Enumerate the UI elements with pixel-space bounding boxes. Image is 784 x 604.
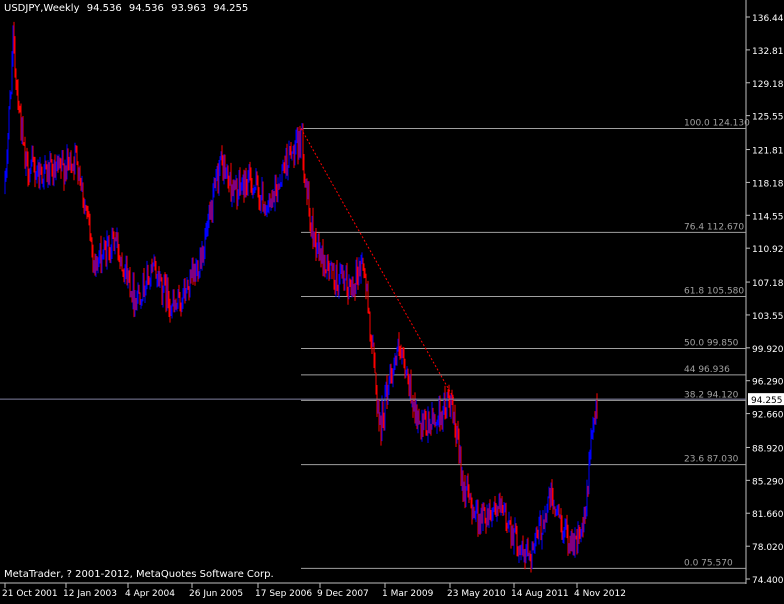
x-tick-label: 23 May 2010: [447, 589, 506, 599]
y-tick-label: 118.180: [752, 179, 784, 189]
x-tick-label: 4 Nov 2012: [574, 589, 626, 599]
y-tick-label: 85.290: [752, 477, 784, 487]
x-tick-label: 14 Aug 2011: [511, 589, 569, 599]
fib-level-label: 0.0 75.570: [684, 558, 733, 568]
y-tick-label: 92.660: [752, 411, 784, 421]
x-tick-label: 1 Mar 2009: [382, 589, 434, 599]
y-tick-label: 110.920: [752, 245, 784, 255]
y-tick-label: 96.290: [752, 378, 784, 388]
copyright-label: MetaTrader, ? 2001-2012, MetaQuotes Soft…: [4, 569, 274, 580]
y-tick-label: 99.920: [752, 345, 784, 355]
fib-level-label: 100.0 124.130: [684, 119, 750, 129]
y-tick-label: 129.180: [752, 80, 784, 90]
fib-level-label: 44 96.936: [684, 365, 730, 375]
open-price: 94.536: [86, 3, 122, 14]
y-tick-label: 132.810: [752, 47, 784, 57]
close-price: 94.255: [213, 3, 249, 14]
high-price: 94.536: [128, 3, 164, 14]
x-tick-label: 12 Jan 2003: [63, 589, 117, 599]
x-tick-label: 21 Oct 2001: [2, 589, 58, 599]
y-tick-label: 78.020: [752, 543, 784, 553]
y-tick-label: 103.550: [752, 312, 784, 322]
current-price-label: 94.255: [751, 396, 783, 406]
chart-header: USDJPY,Weekly 94.536 94.536 93.963 94.25…: [4, 3, 252, 14]
fib-level-label: 61.8 105.580: [684, 287, 744, 297]
y-tick-label: 114.550: [752, 212, 784, 222]
y-tick-label: 136.440: [752, 14, 784, 24]
fib-level-label: 50.0 99.850: [684, 338, 739, 348]
fib-level-label: 23.6 87.030: [684, 455, 739, 465]
y-tick-label: 107.180: [752, 279, 784, 289]
symbol-label: USDJPY,Weekly: [4, 3, 80, 14]
y-tick-label: 121.810: [752, 147, 784, 157]
chart-area[interactable]: 136.440 132.810 129.180 125.550 121.810 118.1…: [0, 0, 784, 600]
fib-level-label: 76.4 112.670: [684, 222, 744, 232]
y-tick-label: 88.920: [752, 444, 784, 454]
x-tick-label: 9 Dec 2007: [317, 589, 369, 599]
y-tick-label: 81.660: [752, 510, 784, 520]
x-tick-label: 26 Jun 2005: [189, 589, 243, 599]
y-tick-label: 125.550: [752, 113, 784, 123]
low-price: 93.963: [171, 3, 207, 14]
y-tick-label: 74.400: [752, 576, 784, 586]
x-tick-label: 17 Sep 2006: [255, 589, 312, 599]
x-tick-label: 4 Apr 2004: [125, 589, 175, 599]
price-chart[interactable]: 136.440 132.810 129.180 125.550 121.810 118.1…: [0, 0, 784, 600]
